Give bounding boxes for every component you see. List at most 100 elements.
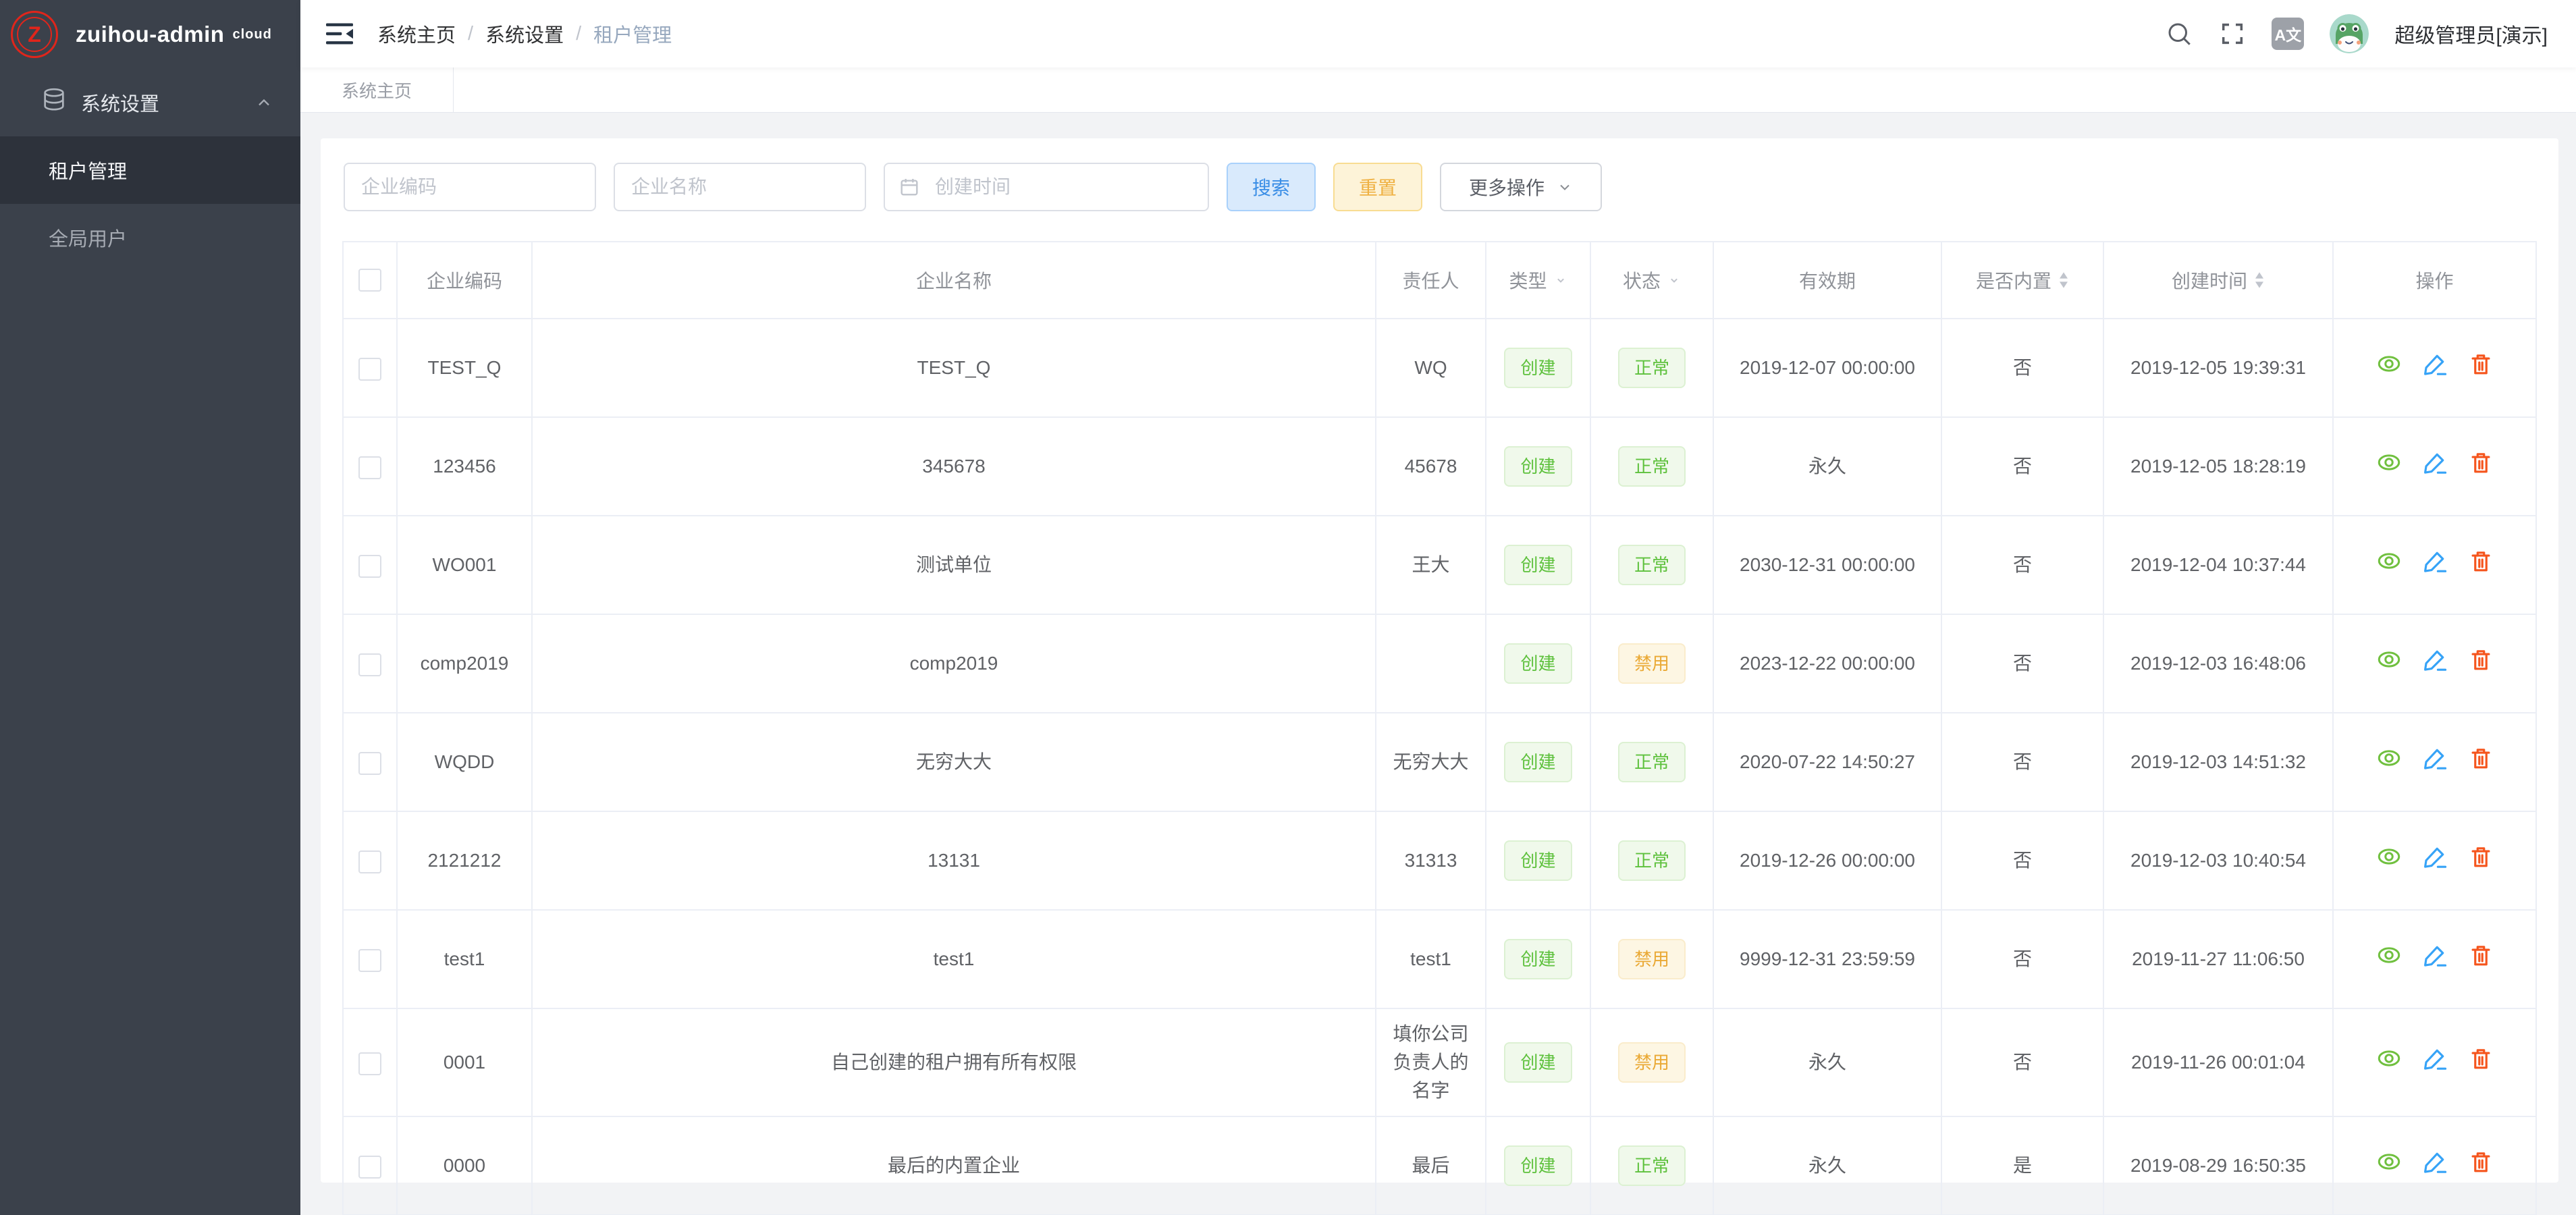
search-button[interactable]: 搜索	[1227, 163, 1316, 211]
filter-caret-icon	[1554, 273, 1567, 287]
fullscreen-icon[interactable]	[2219, 20, 2246, 47]
status-badge: 禁用	[1618, 643, 1686, 684]
row-checkbox[interactable]	[358, 456, 381, 479]
cell-code: 0001	[397, 1008, 532, 1116]
row-checkbox[interactable]	[358, 1156, 381, 1179]
row-checkbox[interactable]	[358, 752, 381, 775]
delete-icon[interactable]	[2468, 745, 2494, 771]
breadcrumb-separator: /	[468, 23, 473, 45]
cell-expire: 2019-12-26 00:00:00	[1713, 811, 1941, 910]
sort-icon[interactable]	[2254, 271, 2265, 289]
delete-icon[interactable]	[2468, 844, 2494, 869]
sidebar-item[interactable]: 租户管理	[0, 136, 300, 204]
sidebar-collapse-button[interactable]	[326, 22, 353, 46]
edit-icon[interactable]	[2422, 351, 2448, 377]
view-icon[interactable]	[2376, 1046, 2402, 1071]
row-checkbox[interactable]	[358, 949, 381, 972]
edit-icon[interactable]	[2422, 450, 2448, 475]
view-icon[interactable]	[2376, 351, 2402, 377]
avatar[interactable]	[2330, 14, 2369, 53]
language-switch-icon[interactable]: A文	[2272, 18, 2304, 50]
main-area: 系统主页/系统设置/租户管理 A文 超级管理员[演示] 系统主页	[300, 0, 2576, 1215]
status-badge: 正常	[1618, 742, 1686, 782]
view-icon[interactable]	[2376, 450, 2402, 475]
code-input[interactable]	[344, 163, 596, 211]
row-checkbox[interactable]	[358, 653, 381, 676]
row-actions	[2376, 844, 2494, 869]
edit-icon[interactable]	[2422, 548, 2448, 574]
delete-icon[interactable]	[2468, 1149, 2494, 1174]
delete-icon[interactable]	[2468, 548, 2494, 574]
tab-home[interactable]: 系统主页	[300, 68, 454, 112]
status-badge: 正常	[1618, 348, 1686, 388]
col-header-type[interactable]: 类型	[1486, 242, 1590, 319]
search-icon[interactable]	[2165, 20, 2193, 48]
edit-icon[interactable]	[2422, 647, 2448, 672]
breadcrumb-item: 租户管理	[593, 20, 672, 48]
view-icon[interactable]	[2376, 844, 2402, 869]
cell-name: 最后的内置企业	[532, 1116, 1376, 1215]
cell-owner: 31313	[1376, 811, 1486, 910]
status-badge: 正常	[1618, 545, 1686, 585]
row-checkbox[interactable]	[358, 555, 381, 578]
row-checkbox[interactable]	[358, 358, 381, 381]
sidebar-item[interactable]: 全局用户	[0, 204, 300, 271]
app-logo[interactable]: Z zuihou-admin cloud	[0, 0, 300, 69]
view-icon[interactable]	[2376, 745, 2402, 771]
cell-expire: 2019-12-07 00:00:00	[1713, 319, 1941, 417]
edit-icon[interactable]	[2422, 942, 2448, 968]
sidebar-item-label: 租户管理	[49, 156, 127, 184]
cell-created: 2019-12-03 14:51:32	[2103, 713, 2333, 811]
view-icon[interactable]	[2376, 647, 2402, 672]
row-checkbox[interactable]	[358, 1052, 381, 1075]
delete-icon[interactable]	[2468, 450, 2494, 475]
more-actions-button[interactable]: 更多操作	[1440, 163, 1602, 211]
cell-name: test1	[532, 910, 1376, 1008]
cell-code: 0000	[397, 1116, 532, 1215]
cell-name: 无穷大大	[532, 713, 1376, 811]
delete-icon[interactable]	[2468, 1046, 2494, 1071]
cell-code: comp2019	[397, 614, 532, 713]
cell-owner: 填你公司负责人的名字	[1376, 1008, 1486, 1116]
cell-expire: 2030-12-31 00:00:00	[1713, 516, 1941, 614]
edit-icon[interactable]	[2422, 1046, 2448, 1071]
user-name[interactable]: 超级管理员[演示]	[2394, 19, 2548, 49]
row-checkbox[interactable]	[358, 850, 381, 873]
col-header-status[interactable]: 状态	[1590, 242, 1713, 319]
edit-icon[interactable]	[2422, 1149, 2448, 1174]
view-icon[interactable]	[2376, 942, 2402, 968]
cell-builtin: 否	[1941, 417, 2103, 516]
select-all-checkbox[interactable]	[358, 269, 381, 292]
table-row: 0001 自己创建的租户拥有所有权限 填你公司负责人的名字 创建 禁用 永久 否…	[343, 1008, 2536, 1116]
status-badge: 禁用	[1618, 939, 1686, 979]
breadcrumb-item[interactable]: 系统设置	[485, 20, 564, 48]
app-title: zuihou-admin	[76, 22, 224, 47]
calendar-icon	[898, 176, 920, 198]
delete-icon[interactable]	[2468, 351, 2494, 377]
type-badge: 创建	[1504, 643, 1572, 684]
date-input[interactable]	[884, 163, 1209, 211]
sort-icon[interactable]	[2058, 271, 2069, 289]
cell-name: 13131	[532, 811, 1376, 910]
date-picker[interactable]	[884, 163, 1209, 211]
sidebar-item-label: 全局用户	[49, 223, 127, 252]
cell-code: 2121212	[397, 811, 532, 910]
name-input[interactable]	[614, 163, 866, 211]
reset-button[interactable]: 重置	[1333, 163, 1422, 211]
view-icon[interactable]	[2376, 1149, 2402, 1174]
edit-icon[interactable]	[2422, 844, 2448, 869]
col-header-created[interactable]: 创建时间	[2103, 242, 2333, 319]
col-header-builtin[interactable]: 是否内置	[1941, 242, 2103, 319]
cell-created: 2019-12-03 16:48:06	[2103, 614, 2333, 713]
view-icon[interactable]	[2376, 548, 2402, 574]
table-row: 2121212 13131 31313 创建 正常 2019-12-26 00:…	[343, 811, 2536, 910]
type-badge: 创建	[1504, 348, 1572, 388]
sidebar-group-system-settings[interactable]: 系统设置	[0, 69, 300, 136]
breadcrumb-item[interactable]: 系统主页	[377, 20, 456, 48]
table-row: 123456 345678 45678 创建 正常 永久 否 2019-12-0…	[343, 417, 2536, 516]
delete-icon[interactable]	[2468, 942, 2494, 968]
cell-owner: 最后	[1376, 1116, 1486, 1215]
delete-icon[interactable]	[2468, 647, 2494, 672]
edit-icon[interactable]	[2422, 745, 2448, 771]
row-actions	[2376, 1046, 2494, 1071]
